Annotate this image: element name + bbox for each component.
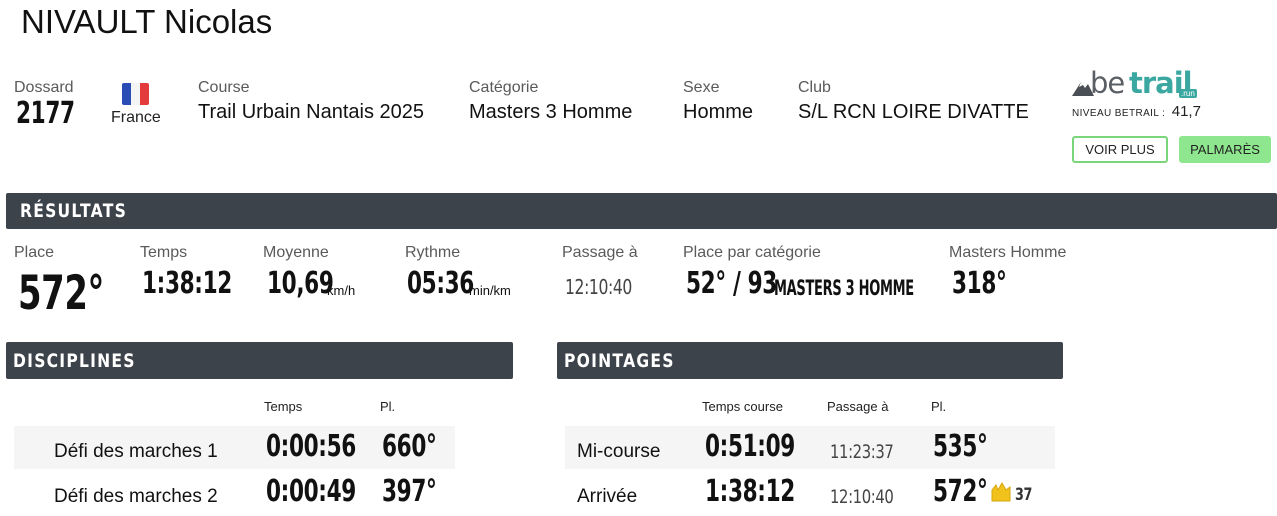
place-cat-value: 52° / 93 (686, 266, 777, 301)
results-header-bar: RÉSULTATS (6, 193, 1277, 229)
moyenne-unit: km/h (327, 283, 356, 298)
pointage-row: Arrivée 1:38:12 12:10:40 572° 37 (565, 470, 1055, 513)
discipline-name: Défi des marches 2 (54, 486, 218, 507)
medal-icon (991, 481, 1011, 502)
pointage-pl: 535° (933, 429, 988, 464)
country-name: France (111, 109, 161, 126)
dossard-label: Dossard (14, 79, 74, 96)
disciplines-col-temps: Temps (264, 399, 303, 414)
dossard-value: 2177 (16, 96, 98, 131)
athlete-name: NIVAULT Nicolas (21, 3, 273, 40)
disciplines-col-pl: Pl. (380, 399, 396, 414)
place-label: Place (14, 244, 55, 261)
moyenne-label: Moyenne (263, 244, 329, 261)
club-label: Club (798, 79, 831, 96)
masters-value-wrap: 318° (952, 266, 1028, 301)
pointage-passage-wrap: 11:23:37 (830, 441, 911, 463)
niveau-value: 41,7 (1171, 103, 1201, 120)
course-label: Course (198, 79, 250, 96)
pointage-badge-wrap: 37 (1015, 485, 1038, 505)
temps-label: Temps (140, 244, 188, 261)
rythme-unit: min/km (469, 283, 511, 298)
sexe-label: Sexe (683, 79, 720, 96)
discipline-row: Défi des marches 2 0:00:49 397° (14, 470, 455, 513)
pointages-col-temps: Temps course (702, 399, 783, 414)
place-cat-value-wrap: 52° / 93 MASTERS 3 HOMME (686, 266, 986, 301)
niveau-betrail: NIVEAU BETRAIL : 41,7 (1072, 103, 1201, 121)
pointage-name: Mi-course (577, 441, 661, 462)
voir-plus-button[interactable]: VOIR PLUS (1072, 136, 1168, 163)
pointage-temps-wrap: 1:38:12 (705, 474, 830, 509)
results-title: RÉSULTATS (20, 200, 128, 222)
moyenne-value-wrap: 10,69 km/h (267, 266, 377, 301)
masters-label: Masters Homme (949, 244, 1067, 261)
passage-value-wrap: 12:10:40 (565, 275, 651, 299)
discipline-temps-wrap: 0:00:49 (266, 474, 391, 509)
flag-france-icon (122, 83, 149, 105)
rythme-value-wrap: 05:36 min/km (407, 266, 537, 301)
passage-label: Passage à (562, 244, 638, 261)
pointages-col-pl: Pl. (931, 399, 947, 414)
disciplines-header-bar: DISCIPLINES (6, 342, 513, 379)
pointages-title: POINTAGES (564, 349, 675, 372)
discipline-row: Défi des marches 1 0:00:56 660° (14, 426, 455, 469)
discipline-pl: 397° (382, 474, 437, 509)
sexe-value: Homme (683, 101, 754, 123)
dossard-number: 2177 (16, 96, 75, 131)
place-cat-label: Place par catégorie (683, 244, 821, 261)
course-value: Trail Urbain Nantais 2025 (198, 101, 425, 123)
discipline-pl-wrap: 660° (382, 429, 458, 464)
logo-badge: .run (1179, 89, 1197, 98)
pointages-header-bar: POINTAGES (557, 342, 1063, 379)
place-value: 572° (18, 266, 105, 321)
pointage-temps: 0:51:09 (705, 429, 795, 464)
pointage-name: Arrivée (577, 486, 638, 507)
temps-value: 1:38:12 (142, 266, 232, 301)
pointage-temps: 1:38:12 (705, 474, 795, 509)
logo-text-be: be (1090, 66, 1125, 100)
disciplines-title: DISCIPLINES (13, 349, 136, 372)
pointage-passage: 11:23:37 (830, 441, 894, 463)
masters-value: 318° (952, 266, 1007, 301)
temps-value-wrap: 1:38:12 (142, 266, 267, 301)
betrail-logo[interactable]: be trail .run (1072, 66, 1202, 100)
discipline-pl: 660° (382, 429, 437, 464)
palmares-button[interactable]: PALMARÈS (1179, 136, 1271, 163)
rythme-value: 05:36 (407, 266, 474, 301)
pointages-col-passage: Passage à (827, 399, 889, 414)
place-value-wrap: 572° (18, 266, 138, 321)
pointage-badge: 37 (1015, 485, 1033, 505)
pointage-temps-wrap: 0:51:09 (705, 429, 830, 464)
pointage-passage: 12:10:40 (830, 486, 894, 508)
categorie-label: Catégorie (469, 79, 539, 96)
passage-value: 12:10:40 (565, 275, 632, 299)
pointage-passage-wrap: 12:10:40 (830, 486, 911, 508)
moyenne-value: 10,69 (267, 266, 334, 301)
pointage-pl: 572° (933, 474, 988, 509)
rythme-label: Rythme (405, 244, 461, 261)
discipline-name: Défi des marches 1 (54, 441, 218, 462)
discipline-temps: 0:00:49 (266, 474, 356, 509)
discipline-temps-wrap: 0:00:56 (266, 429, 391, 464)
categorie-value: Masters 3 Homme (469, 101, 633, 123)
place-cat-name: MASTERS 3 HOMME (774, 276, 914, 300)
club-value: S/L RCN LOIRE DIVATTE (798, 101, 1029, 123)
pointage-row: Mi-course 0:51:09 11:23:37 535° (565, 426, 1055, 469)
niveau-label: NIVEAU BETRAIL : (1072, 108, 1166, 119)
discipline-pl-wrap: 397° (382, 474, 458, 509)
pointage-pl-wrap: 535° (933, 429, 1009, 464)
discipline-temps: 0:00:56 (266, 429, 356, 464)
